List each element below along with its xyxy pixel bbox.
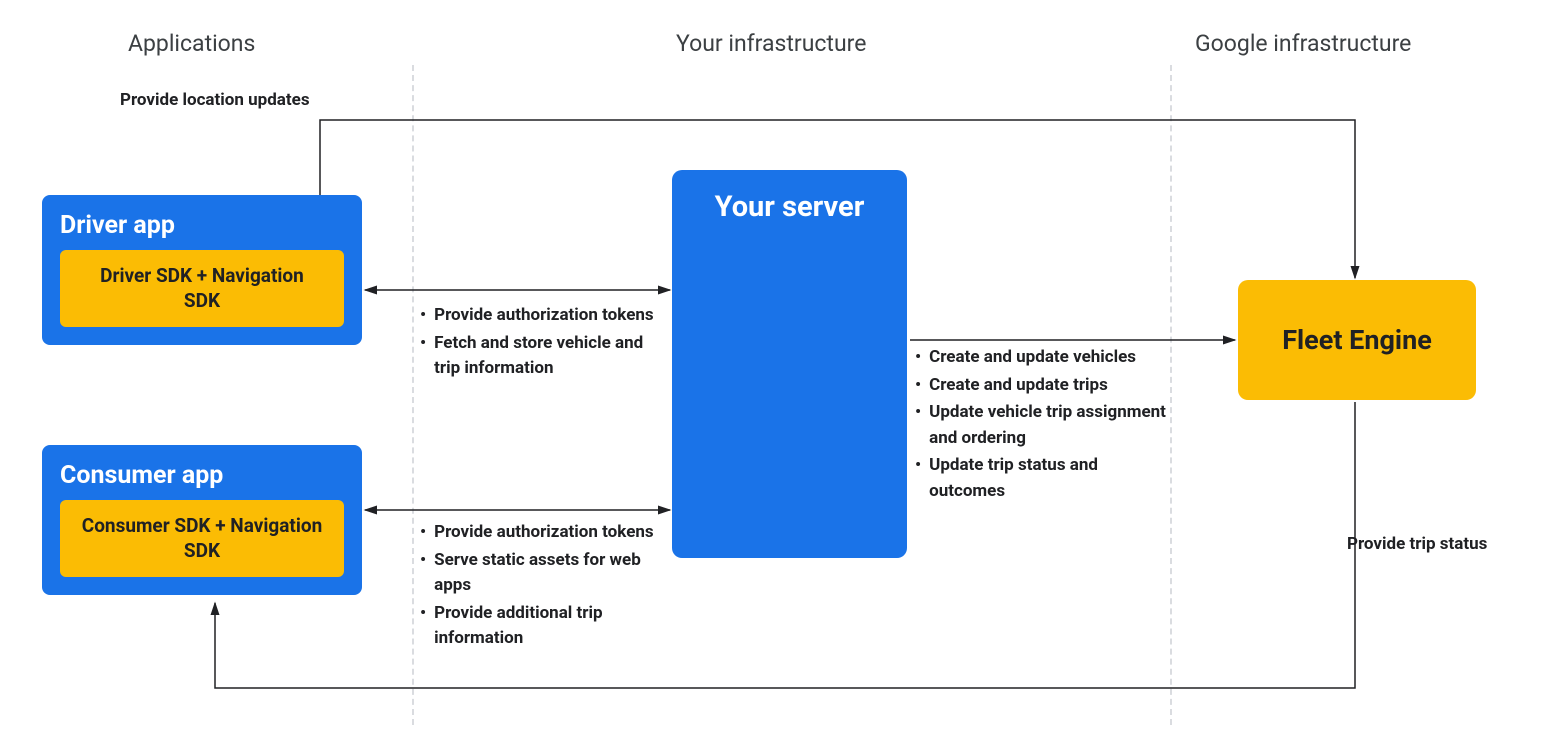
driver-sdk-box: Driver SDK + Navigation SDK bbox=[60, 250, 344, 327]
divider-1 bbox=[412, 65, 414, 725]
annotation-trip-status: Provide trip status bbox=[1347, 534, 1487, 554]
bullet-text: Provide authorization tokens bbox=[434, 303, 654, 329]
section-header-your-infra: Your infrastructure bbox=[676, 30, 866, 57]
fleet-engine-box: Fleet Engine bbox=[1238, 280, 1476, 400]
section-header-google-infra: Google infrastructure bbox=[1195, 30, 1411, 57]
bullet-text: Create and update trips bbox=[929, 373, 1108, 399]
your-server-label: Your server bbox=[715, 190, 865, 224]
bullet-text: Provide authorization tokens bbox=[434, 520, 654, 546]
your-server-box: Your server bbox=[672, 170, 907, 558]
fleet-engine-label: Fleet Engine bbox=[1282, 324, 1432, 356]
bullet-text: Update trip status and outcomes bbox=[929, 453, 1175, 504]
driver-app-title: Driver app bbox=[60, 211, 344, 240]
consumer-sdk-box: Consumer SDK + Navigation SDK bbox=[60, 500, 344, 577]
consumer-app-title: Consumer app bbox=[60, 461, 344, 490]
bullets-server-fleet: •Create and update vehicles •Create and … bbox=[915, 345, 1175, 506]
bullets-driver-server: •Provide authorization tokens •Fetch and… bbox=[420, 303, 660, 384]
consumer-app-box: Consumer app Consumer SDK + Navigation S… bbox=[42, 445, 362, 595]
driver-app-box: Driver app Driver SDK + Navigation SDK bbox=[42, 195, 362, 345]
bullet-text: Create and update vehicles bbox=[929, 345, 1136, 371]
bullet-text: Update vehicle trip assignment and order… bbox=[929, 400, 1175, 451]
bullet-text: Serve static assets for web apps bbox=[434, 548, 660, 599]
bullet-text: Fetch and store vehicle and trip informa… bbox=[434, 331, 660, 382]
section-header-applications: Applications bbox=[128, 30, 255, 57]
annotation-location-updates: Provide location updates bbox=[120, 90, 310, 110]
bullets-consumer-server: •Provide authorization tokens •Serve sta… bbox=[420, 520, 660, 654]
bullet-text: Provide additional trip information bbox=[434, 601, 660, 652]
